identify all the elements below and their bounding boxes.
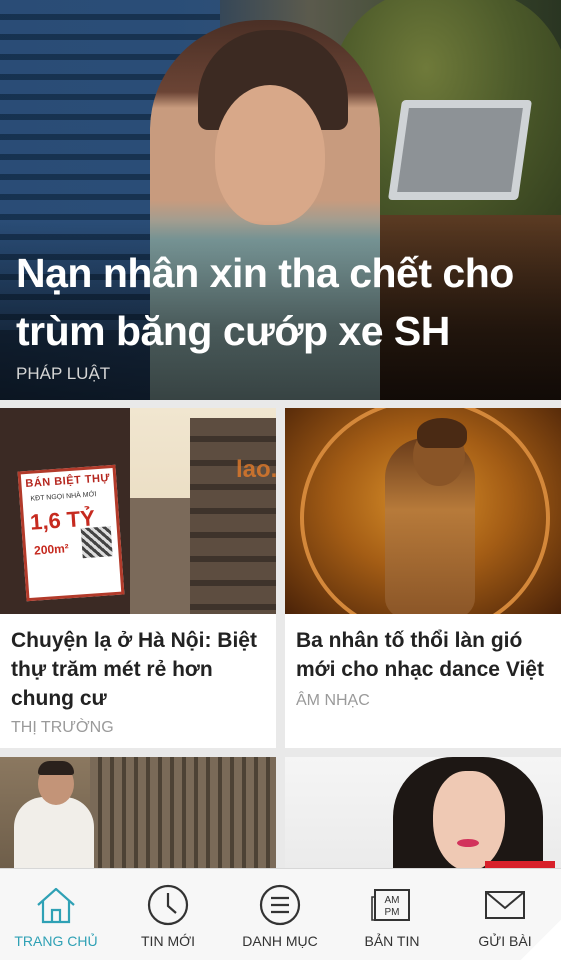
- menu-icon: [259, 884, 301, 926]
- nav-label: TIN MỚI: [141, 933, 195, 949]
- nav-home[interactable]: TRANG CHỦ: [0, 869, 112, 960]
- nav-label: TRANG CHỦ: [14, 933, 98, 949]
- bottom-navigation: TRANG CHỦ TIN MỚI DANH MỤC AM PM BẢN TIN…: [0, 868, 561, 960]
- article-category[interactable]: THỊ TRƯỜNG: [11, 719, 114, 737]
- qr-code-icon: [80, 526, 113, 559]
- hero-image-monitor: [387, 100, 533, 200]
- thumb-tin-roof: [90, 757, 276, 877]
- sign-area: 200m²: [33, 541, 70, 558]
- nav-label: DANH MỤC: [242, 933, 318, 949]
- hero-image-face: [215, 85, 325, 225]
- article-thumbnail[interactable]: [285, 408, 561, 614]
- article-title[interactable]: Chuyện lạ ở Hà Nội: Biệt thự trăm mét rẻ…: [11, 626, 266, 713]
- am-pm-icon: AM PM: [371, 889, 410, 921]
- thumb-man-hair: [38, 761, 74, 775]
- sign-subtitle: KĐT NGỌI NHÀ MỚI: [30, 491, 97, 503]
- villa-sale-sign: BÁN BIỆT THỰ KĐT NGỌI NHÀ MỚI 1,6 TỶ 200…: [17, 464, 125, 602]
- thumb-headpiece: [417, 418, 467, 448]
- nav-categories[interactable]: DANH MỤC: [224, 869, 336, 960]
- article-thumbnail[interactable]: BÁN BIỆT THỰ KĐT NGỌI NHÀ MỚI 1,6 TỶ 200…: [0, 408, 276, 614]
- hero-article[interactable]: Nạn nhân xin tha chết cho trùm băng cướp…: [0, 0, 561, 400]
- nav-label: BẢN TIN: [364, 933, 420, 949]
- article-card[interactable]: [285, 757, 561, 877]
- sign-header: BÁN BIỆT THỰ: [25, 472, 111, 491]
- app-screen: Nạn nhân xin tha chết cho trùm băng cướp…: [0, 0, 561, 960]
- nav-bulletin[interactable]: AM PM BẢN TIN: [336, 869, 448, 960]
- home-icon: [37, 887, 75, 924]
- clock-icon: [147, 884, 189, 926]
- article-card[interactable]: [0, 757, 276, 877]
- nav-latest[interactable]: TIN MỚI: [112, 869, 224, 960]
- article-thumbnail[interactable]: [0, 757, 276, 877]
- thumb-man: [14, 797, 94, 877]
- pm-label: PM: [385, 907, 400, 918]
- hero-title[interactable]: Nạn nhân xin tha chết cho trùm băng cướp…: [16, 244, 546, 360]
- article-card[interactable]: BÁN BIỆT THỰ KĐT NGỌI NHÀ MỚI 1,6 TỶ 200…: [0, 408, 276, 748]
- article-title[interactable]: Ba nhân tố thổi làn gió mới cho nhạc dan…: [296, 626, 551, 684]
- thumb-woman-lips: [457, 839, 479, 847]
- thumb-building: [190, 418, 276, 614]
- am-label: AM: [385, 895, 400, 906]
- thumb-woman-face: [433, 771, 505, 871]
- article-card[interactable]: Ba nhân tố thổi làn gió mới cho nhạc dan…: [285, 408, 561, 748]
- hero-category[interactable]: PHÁP LUẬT: [16, 364, 110, 384]
- watermark: lao.vn: [236, 456, 276, 483]
- article-thumbnail[interactable]: [285, 757, 561, 877]
- page-curl: [521, 920, 561, 960]
- article-category[interactable]: ÂM NHẠC: [296, 692, 370, 710]
